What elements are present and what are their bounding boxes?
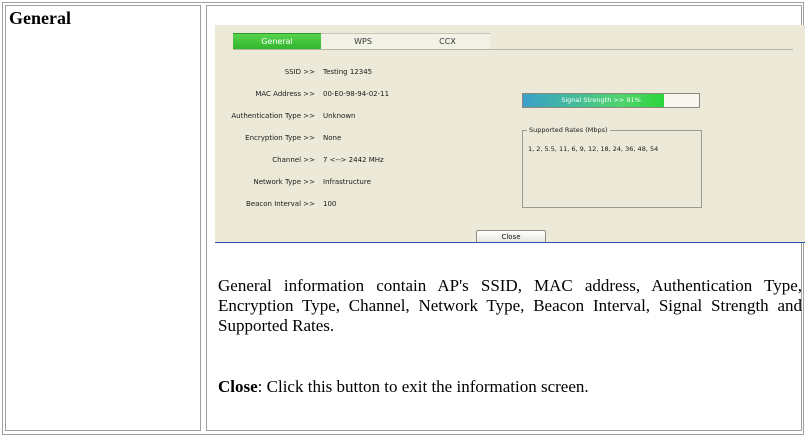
description-paragraph: General information contain AP's SSID, M… <box>218 276 802 335</box>
signal-strength-label: Signal Strength >> 91% <box>561 96 641 104</box>
field-value: 7 <--> 2442 MHz <box>323 156 384 164</box>
supported-rates-values: 1, 2, 5.5, 11, 6, 9, 12, 18, 24, 36, 48,… <box>528 145 659 153</box>
term-cell <box>5 5 201 431</box>
field-label: Authentication Type >> <box>231 112 315 120</box>
signal-strength-bar: Signal Strength >> 91% <box>522 93 700 108</box>
field-row-mac: MAC Address >> 00-E0-98-94-02-11 <box>215 89 515 99</box>
field-value: Testing 12345 <box>323 68 373 76</box>
field-row-ssid: SSID >> Testing 12345 <box>215 67 515 77</box>
close-description: Close: Click this button to exit the inf… <box>218 377 802 397</box>
status-dialog-screenshot: General WPS CCX SSID >> Testing 12345 MA… <box>215 25 805 243</box>
tab-divider <box>233 49 793 50</box>
section-title: General <box>9 8 71 28</box>
field-value: 100 <box>323 200 337 208</box>
field-label: MAC Address >> <box>255 90 315 98</box>
supported-rates-group: Supported Rates (Mbps) 1, 2, 5.5, 11, 6,… <box>522 126 702 208</box>
field-value: None <box>323 134 342 142</box>
field-label: SSID >> <box>284 68 315 76</box>
field-label: Beacon Interval >> <box>246 200 315 208</box>
field-row-encryption: Encryption Type >> None <box>215 133 515 143</box>
field-value: Infrastructure <box>323 178 371 186</box>
dialog-bottom-border <box>215 242 805 243</box>
field-value: Unknown <box>323 112 356 120</box>
tab-ccx[interactable]: CCX <box>405 33 490 50</box>
field-row-beacon: Beacon Interval >> 100 <box>215 199 515 209</box>
field-row-auth: Authentication Type >> Unknown <box>215 111 515 121</box>
close-term: Close <box>218 377 258 396</box>
close-text: : Click this button to exit the informat… <box>257 377 589 396</box>
field-value: 00-E0-98-94-02-11 <box>323 90 390 98</box>
tab-wps[interactable]: WPS <box>321 33 405 50</box>
supported-rates-legend: Supported Rates (Mbps) <box>527 126 610 134</box>
tab-bar: General WPS CCX <box>233 33 490 50</box>
field-label: Encryption Type >> <box>245 134 315 142</box>
field-label: Channel >> <box>272 156 315 164</box>
tab-general[interactable]: General <box>233 33 321 50</box>
field-row-channel: Channel >> 7 <--> 2442 MHz <box>215 155 515 165</box>
field-label: Network Type >> <box>253 178 316 186</box>
field-row-network-type: Network Type >> Infrastructure <box>215 177 515 187</box>
